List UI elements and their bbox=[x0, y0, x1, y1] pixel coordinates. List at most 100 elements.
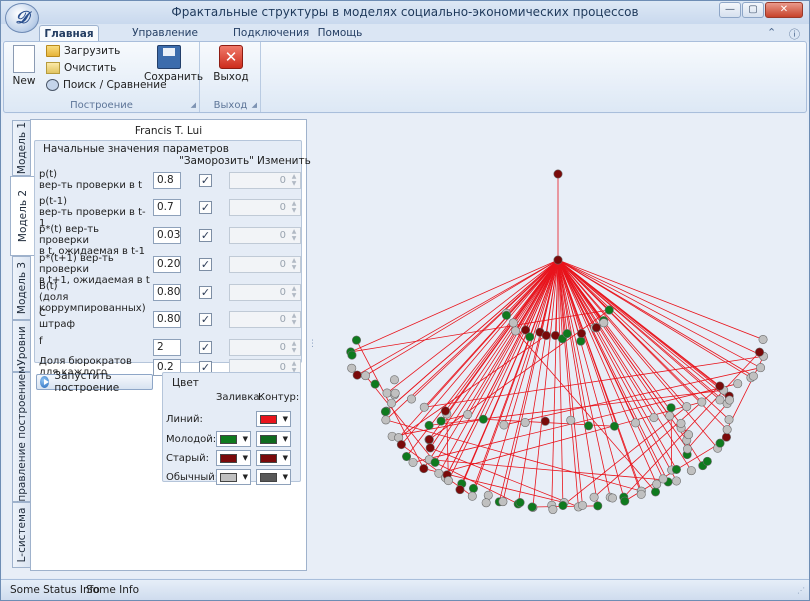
outline-color-picker[interactable]: ▼ bbox=[256, 411, 291, 427]
freeze-checkbox[interactable]: ✓ bbox=[199, 201, 212, 214]
binoculars-icon bbox=[46, 79, 59, 91]
tree-branch-line bbox=[365, 375, 436, 463]
parameter-value-input[interactable]: 2 bbox=[153, 339, 181, 356]
parameter-value-input[interactable]: 0.7 bbox=[153, 199, 181, 216]
freeze-checkbox[interactable]: ✓ bbox=[199, 258, 212, 271]
folder-open-icon bbox=[46, 45, 60, 57]
side-tab-label: Управление построением bbox=[16, 365, 28, 509]
tab-build-control[interactable]: Управление построением bbox=[105, 25, 225, 55]
color-row: Линий: ▼ bbox=[166, 411, 300, 428]
spinner-down-icon: ▼ bbox=[291, 235, 297, 242]
tree-node bbox=[436, 416, 446, 426]
model-author: Francis T. Lui bbox=[134, 125, 203, 137]
tab-connections[interactable]: Подключения bbox=[233, 25, 309, 42]
tree-node bbox=[636, 489, 646, 499]
parameter-row: p(t) вер-ть проверки в t 0.8 ✓ 0 ▲ ▼ bbox=[39, 169, 301, 195]
collapse-ribbon-icon[interactable]: ⌃ bbox=[767, 26, 776, 39]
fill-color-picker[interactable]: ▼ bbox=[216, 469, 251, 485]
outline-color-picker[interactable]: ▼ bbox=[256, 469, 291, 485]
tree-node bbox=[483, 490, 493, 500]
freeze-checkbox[interactable]: ✓ bbox=[199, 174, 212, 187]
tree-node bbox=[722, 425, 732, 435]
tab-home[interactable]: Главная bbox=[39, 25, 99, 42]
fill-header: Заливка: bbox=[216, 392, 263, 403]
tree-node bbox=[407, 394, 417, 404]
parameter-description: штраф bbox=[39, 319, 76, 330]
tree-node bbox=[352, 370, 362, 380]
freeze-checkbox[interactable]: ✓ bbox=[199, 313, 212, 326]
fill-color-picker[interactable]: ▼ bbox=[216, 431, 251, 447]
spinner-arrows-icon: ▲ ▼ bbox=[289, 228, 299, 243]
parameter-value-input[interactable]: 0.8 bbox=[153, 172, 181, 189]
save-button[interactable]: Сохранить bbox=[144, 45, 203, 83]
outline-color-picker[interactable]: ▼ bbox=[256, 431, 291, 447]
tree-node bbox=[577, 500, 587, 510]
side-tab-l-system[interactable]: L-система bbox=[12, 502, 32, 568]
outline-header: Контур: bbox=[258, 392, 300, 403]
freeze-checkbox[interactable]: ✓ bbox=[199, 286, 212, 299]
color-row-label: Линий: bbox=[166, 414, 203, 425]
outline-color-picker[interactable]: ▼ bbox=[256, 450, 291, 466]
group-launcher-icon[interactable]: ◢ bbox=[191, 101, 196, 109]
tree-node bbox=[440, 406, 450, 416]
tree-node bbox=[419, 402, 429, 412]
new-button[interactable]: New bbox=[10, 45, 38, 87]
load-button[interactable]: Загрузить bbox=[46, 43, 120, 59]
fill-color-picker[interactable]: ▼ bbox=[216, 450, 251, 466]
tree-node bbox=[425, 443, 435, 453]
maximize-button[interactable]: ▢ bbox=[742, 2, 764, 18]
colors-group: Цвет Заливка: Контур: Линий: ▼ Молодой: ▼ ▼ С… bbox=[162, 372, 301, 485]
ribbon-tab-strip: Главная Управление построением Подключен… bbox=[1, 24, 809, 55]
side-tab-model-3[interactable]: Модель 3 bbox=[12, 256, 32, 320]
change-spinner: 0 ▲ ▼ bbox=[229, 172, 301, 189]
tree-node bbox=[725, 395, 735, 405]
run-build-button[interactable]: Запустить построение bbox=[36, 370, 153, 394]
parameter-value-input[interactable]: 0.20 bbox=[153, 256, 181, 273]
tree-node bbox=[609, 421, 619, 431]
tree-branch-line bbox=[551, 259, 559, 506]
side-tab-model-1[interactable]: Модель 1 bbox=[12, 120, 32, 176]
group-launcher-icon[interactable]: ◢ bbox=[252, 101, 257, 109]
parameter-row: Cштраф 0.80 ✓ 0 ▲ ▼ bbox=[39, 308, 301, 334]
help-icon[interactable]: ⓘ bbox=[789, 26, 800, 42]
side-tab-build-control[interactable]: Управление построением bbox=[12, 366, 32, 508]
color-swatch bbox=[220, 435, 237, 444]
side-tab-label: Модель 1 bbox=[16, 121, 28, 175]
tree-node bbox=[499, 420, 509, 430]
tree-node bbox=[756, 363, 766, 373]
clear-button[interactable]: Очистить bbox=[46, 60, 116, 76]
freeze-checkbox[interactable]: ✓ bbox=[199, 229, 212, 242]
tab-help[interactable]: Помощь bbox=[315, 25, 365, 42]
tree-node bbox=[468, 483, 478, 493]
tree-node bbox=[758, 334, 768, 344]
tree-node bbox=[498, 497, 508, 507]
resize-grip-icon[interactable]: ⋰ bbox=[797, 586, 805, 595]
spinner-down-icon: ▼ bbox=[291, 180, 297, 187]
app-logo-icon[interactable]: 𝒟 bbox=[5, 3, 39, 33]
side-tab-model-2[interactable]: Модель 2 bbox=[10, 176, 34, 256]
spinner-up-icon: ▲ bbox=[291, 340, 297, 347]
freeze-checkbox[interactable]: ✓ bbox=[199, 341, 212, 354]
close-button[interactable]: ✕ bbox=[765, 2, 803, 18]
tree-node bbox=[455, 485, 465, 495]
parameters-title: Начальные значения параметров bbox=[43, 143, 229, 155]
side-tab-levels[interactable]: Уровни bbox=[12, 320, 32, 372]
tree-node bbox=[566, 415, 576, 425]
tree-node bbox=[430, 457, 440, 467]
save-disk-icon bbox=[157, 45, 181, 69]
parameter-value-input[interactable]: 0.80 bbox=[153, 284, 181, 301]
exit-x-icon: ✕ bbox=[219, 45, 243, 69]
tree-node bbox=[443, 476, 453, 486]
parameter-name: p(t) bbox=[39, 169, 58, 180]
parameter-name: p(t-1) bbox=[39, 196, 68, 207]
tree-hub-node bbox=[553, 255, 563, 265]
exit-button[interactable]: ✕ Выход bbox=[213, 45, 249, 83]
parameter-value-input[interactable]: 0.80 bbox=[153, 311, 181, 328]
change-spinner: 0 ▲ ▼ bbox=[229, 284, 301, 301]
spinner-up-icon: ▲ bbox=[291, 285, 297, 292]
tree-node bbox=[520, 418, 530, 428]
tree-node bbox=[558, 501, 568, 511]
minimize-button[interactable]: — bbox=[719, 2, 741, 18]
color-swatch bbox=[220, 473, 237, 482]
parameter-value-input[interactable]: 0.03 bbox=[153, 227, 181, 244]
